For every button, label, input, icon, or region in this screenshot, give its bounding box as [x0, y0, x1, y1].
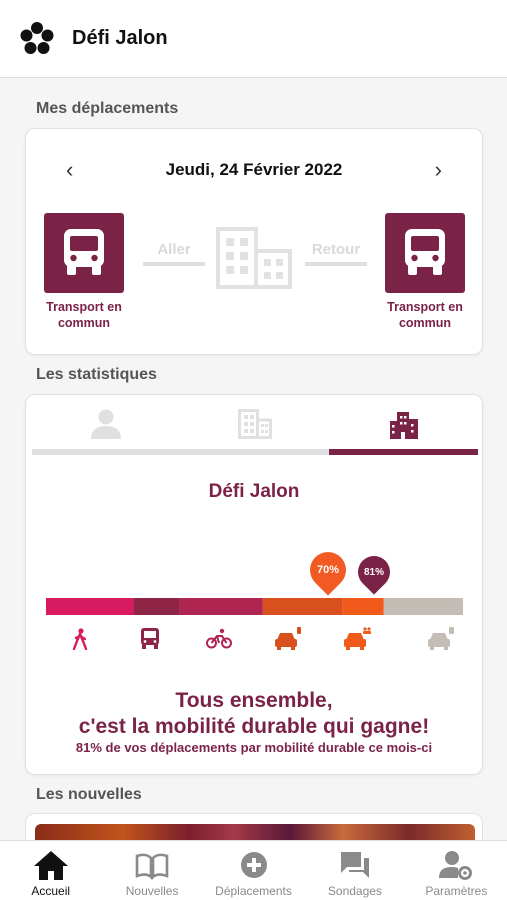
tab-personal-indicator: [32, 449, 181, 455]
nav-label-deplacements: Déplacements: [215, 884, 292, 898]
mode-icons-row: [46, 625, 463, 653]
home-icon: [33, 851, 68, 880]
date-navigator: ‹ Jeudi, 24 Février 2022 ›: [26, 159, 482, 181]
tab-organization-indicator: [180, 449, 330, 455]
trips-section-label: Mes déplacements: [36, 100, 179, 117]
segment-car-solo: [383, 598, 463, 615]
mobility-share-bar: [46, 598, 463, 615]
app-header: Défi Jalon: [0, 0, 507, 78]
return-mode-tile[interactable]: [385, 213, 465, 293]
stats-card: Défi Jalon 70% 81% Tous ensemble, c'est …: [25, 394, 483, 775]
nav-label-accueil: Accueil: [31, 884, 71, 898]
headline-line1: Tous ensemble,: [175, 689, 333, 712]
building-icon: [238, 409, 272, 439]
stats-title: Défi Jalon: [208, 481, 300, 502]
nav-label-nouvelles: Nouvelles: [125, 884, 179, 898]
book-icon: [135, 853, 169, 880]
return-transport[interactable]: Transport en commun: [380, 213, 470, 331]
trips-card: ‹ Jeudi, 24 Février 2022 › Transport en …: [25, 128, 483, 355]
nav-nouvelles[interactable]: Nouvelles: [101, 841, 202, 900]
return-leg-line: [305, 262, 367, 266]
outbound-mode-label: Transport en commun: [46, 300, 122, 330]
outbound-mode-tile[interactable]: [44, 213, 124, 293]
tab-personal[interactable]: [32, 405, 181, 455]
segment-bike: [179, 598, 263, 615]
plus-circle-icon: [240, 852, 267, 878]
news-section-label: Les nouvelles: [36, 786, 142, 803]
return-leg: Retour: [305, 241, 367, 266]
bike-icon: [204, 625, 234, 653]
tab-city[interactable]: [329, 405, 479, 455]
outbound-leg-line: [143, 262, 205, 266]
car-solo-icon: [426, 625, 456, 653]
building-icon: [216, 227, 292, 289]
bus-icon: [405, 229, 445, 275]
outbound-transport[interactable]: Transport en commun: [39, 213, 129, 331]
bus-icon: [64, 229, 104, 275]
walking-icon: [66, 625, 96, 653]
return-mode-label: Transport en commun: [387, 300, 463, 330]
outbound-leg: Aller: [143, 241, 205, 266]
tab-organization[interactable]: [180, 405, 330, 455]
flower-logo-icon: [20, 21, 54, 54]
carpool-icon: [342, 625, 372, 653]
segment-bus: [133, 598, 180, 615]
city-icon: [389, 412, 418, 439]
marker-label: 70%: [316, 564, 339, 576]
nav-label-parametres: Paramètres: [425, 884, 488, 898]
stats-section-label: Les statistiques: [36, 366, 157, 383]
nav-sondages[interactable]: Sondages: [304, 841, 405, 900]
nav-parametres[interactable]: Paramètres: [406, 841, 507, 900]
chevron-right-icon[interactable]: ›: [435, 159, 442, 181]
user-settings-icon: [439, 851, 473, 880]
outbound-leg-label: Aller: [157, 241, 191, 258]
electric-car-icon: [273, 625, 303, 653]
trip-date: Jeudi, 24 Février 2022: [165, 160, 343, 179]
app-screen: Défi Jalon Mes déplacements ‹ Jeudi, 24 …: [0, 0, 507, 900]
return-leg-label: Retour: [311, 241, 361, 258]
chevron-left-icon[interactable]: ‹: [66, 159, 73, 181]
bottom-nav: Accueil Nouvelles Déplacements Sondages: [0, 840, 507, 900]
nav-accueil[interactable]: Accueil: [0, 841, 101, 900]
marker-70-percent: 70%: [302, 544, 354, 596]
segment-carpool: [342, 598, 384, 615]
marker-label: 81%: [363, 566, 384, 578]
segment-walking: [46, 598, 134, 615]
nav-deplacements[interactable]: Déplacements: [203, 841, 304, 900]
marker-81-percent: 81%: [351, 549, 397, 595]
mobility-summary: 81% de vos déplacements par mobilité dur…: [75, 740, 433, 755]
app-title: Défi Jalon: [72, 27, 168, 49]
chat-icon: [340, 852, 369, 878]
segment-car-electric: [262, 598, 343, 615]
nav-label-sondages: Sondages: [327, 884, 382, 898]
stats-tabs: [32, 405, 479, 455]
person-icon: [91, 409, 122, 439]
headline-line2: c'est la mobilité durable qui gagne!: [78, 715, 430, 738]
tab-city-indicator: [329, 449, 479, 455]
bus-icon: [135, 625, 165, 653]
